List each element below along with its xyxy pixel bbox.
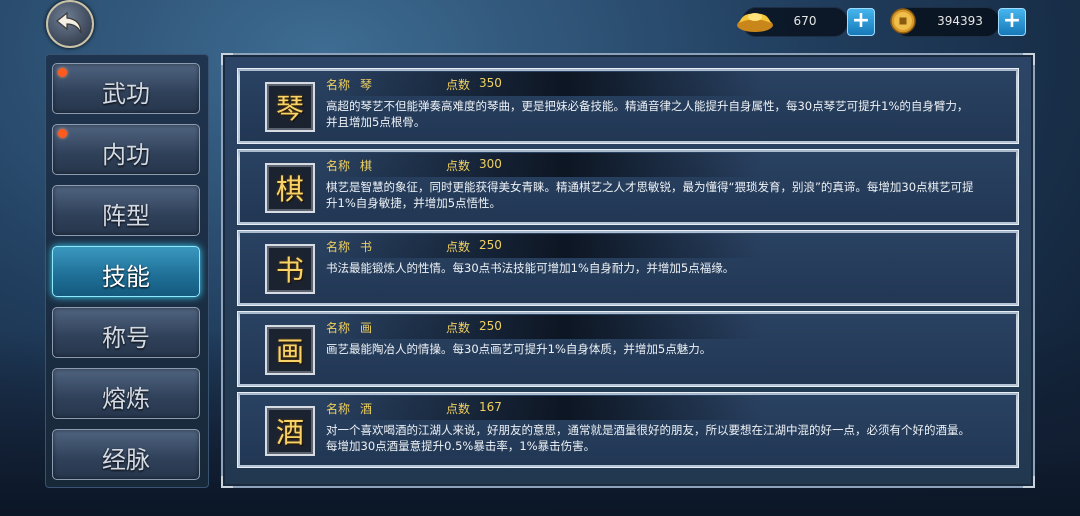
skill-name: 棋 [360,159,373,173]
skill-points: 350 [479,76,502,90]
skill-icon-char: 书 [275,254,304,287]
back-arrow-icon [56,11,82,34]
name-bar [323,72,763,96]
skill-description: 对一个喜欢喝酒的江湖人来说，好朋友的意思，通常就是酒量很好的朋友，所以要想在江湖… [326,423,970,453]
coin-value: 394393 [937,14,983,28]
qi-icon: 棋 [265,163,315,213]
tab-titles[interactable]: 称号 [52,307,200,358]
add-coin-button[interactable]: + [998,8,1026,36]
tab-label: 称号 [102,324,150,352]
panel-corner [1023,476,1035,488]
skill-card-qi[interactable]: 棋 名称 棋 点数 300 棋艺是智慧的象征，同时更能获得美女青睐。精通棋艺之人… [237,149,1019,225]
tab-skills[interactable]: 技能 [52,246,200,297]
tab-meridians[interactable]: 经脉 [52,429,200,480]
skill-description: 书法最能锻炼人的性情。每30点书法技能可增加1%自身耐力，并增加5点福缘。 [326,261,735,275]
tab-formation[interactable]: 阵型 [52,185,200,236]
skill-name: 酒 [360,402,373,416]
skill-name: 书 [360,240,373,254]
name-bar [323,396,763,420]
skill-name: 琴 [360,78,373,92]
skill-card-jiu[interactable]: 酒 名称 酒 点数 167 对一个喜欢喝酒的江湖人来说，好朋友的意思，通常就是酒… [237,392,1019,468]
name-label: 名称 [326,159,351,173]
panel-corner [221,53,233,65]
skill-points: 300 [479,157,502,171]
skills-panel: 琴 名称 琴 点数 350 高超的琴艺不但能弹奏高难度的琴曲，更是把妹必备技能。… [221,53,1035,488]
skill-name: 画 [360,321,373,335]
tab-label: 内功 [102,141,150,169]
skill-icon-char: 画 [275,335,304,368]
points-label: 点数 [446,78,471,92]
skill-icon-char: 酒 [275,416,304,449]
coin-icon [890,8,916,34]
name-label: 名称 [326,78,351,92]
qin-icon: 琴 [265,82,315,132]
tab-label: 技能 [102,263,150,291]
name-label: 名称 [326,402,351,416]
points-label: 点数 [446,240,471,254]
name-bar [323,234,763,258]
name-label: 名称 [326,321,351,335]
skill-icon-char: 琴 [275,92,304,125]
panel-corner [1023,53,1035,65]
points-label: 点数 [446,159,471,173]
jiu-icon: 酒 [265,406,315,456]
skill-card-hua[interactable]: 画 名称 画 点数 250 画艺最能陶冶人的情操。每30点画艺可提升1%自身体质… [237,311,1019,387]
gold-ingot-currency: 670 [737,7,848,37]
tab-label: 武功 [102,80,150,108]
category-sidebar: 武功 内功 阵型 技能 称号 熔炼 经脉 [45,54,209,488]
add-gold-ingot-button[interactable]: + [847,8,875,36]
shu-icon: 书 [265,244,315,294]
skill-points: 167 [479,400,502,414]
tab-inner-power[interactable]: 内功 [52,124,200,175]
skill-description: 高超的琴艺不但能弹奏高难度的琴曲，更是把妹必备技能。精通音律之人能提升自身属性，… [326,99,969,129]
back-button[interactable] [46,0,94,48]
skill-points: 250 [479,319,502,333]
gold-ingot-icon [737,13,773,32]
tab-label: 熔炼 [102,385,150,413]
skill-description: 棋艺是智慧的象征，同时更能获得美女青睐。精通棋艺之人才思敏锐，最为懂得“猥琐发育… [326,180,974,210]
coin-currency: 394393 [890,7,1000,37]
skill-icon-char: 棋 [275,173,304,206]
skill-card-qin[interactable]: 琴 名称 琴 点数 350 高超的琴艺不但能弹奏高难度的琴曲，更是把妹必备技能。… [237,68,1019,144]
points-label: 点数 [446,402,471,416]
tab-label: 经脉 [102,446,150,474]
gold-ingot-value: 670 [793,14,817,28]
points-label: 点数 [446,321,471,335]
skill-description: 画艺最能陶冶人的情操。每30点画艺可提升1%自身体质，并增加5点魅力。 [326,342,712,356]
name-bar [323,315,763,339]
skill-card-shu[interactable]: 书 名称 书 点数 250 书法最能锻炼人的性情。每30点书法技能可增加1%自身… [237,230,1019,306]
tab-smelting[interactable]: 熔炼 [52,368,200,419]
skill-points: 250 [479,238,502,252]
hua-icon: 画 [265,325,315,375]
tab-martial-arts[interactable]: 武功 [52,63,200,114]
panel-corner [221,476,233,488]
name-label: 名称 [326,240,351,254]
tab-label: 阵型 [102,202,150,230]
name-bar [323,153,763,177]
